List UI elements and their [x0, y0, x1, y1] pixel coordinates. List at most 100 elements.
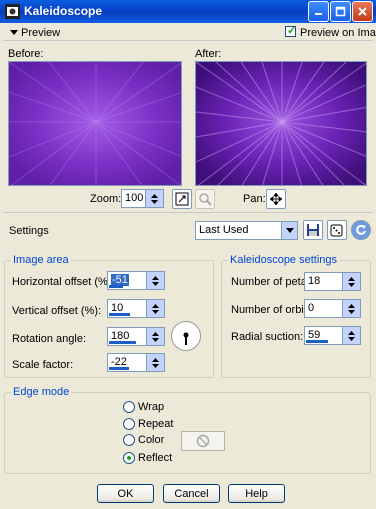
chevron-down-icon[interactable]	[281, 222, 297, 239]
cancel-button[interactable]: Cancel	[163, 484, 220, 503]
horizontal-offset-label: Horizontal offset (%):	[12, 276, 115, 288]
zoom-stepper[interactable]: 100	[121, 189, 165, 208]
title-bar: Kaleidoscope	[0, 0, 376, 23]
cancel-label: Cancel	[174, 487, 209, 500]
rotation-angle-arrows[interactable]	[146, 327, 165, 346]
zoom-fit-button[interactable]	[172, 189, 192, 209]
minimize-button[interactable]	[308, 1, 329, 22]
scale-factor-arrows[interactable]	[146, 353, 165, 372]
ok-button[interactable]: OK	[97, 484, 154, 503]
after-label: After:	[195, 48, 222, 60]
pan-label: Pan:	[243, 193, 266, 205]
petals-value: 18	[308, 275, 321, 287]
collapse-triangle-icon[interactable]	[10, 30, 18, 35]
dial-needle-icon	[183, 332, 189, 345]
spin-icon[interactable]	[146, 190, 163, 207]
horizontal-offset-stepper[interactable]: -51	[107, 271, 165, 290]
save-preset-button[interactable]	[303, 220, 323, 240]
after-preview-image	[195, 61, 367, 186]
before-image-graphic	[9, 62, 181, 185]
dice-icon	[330, 224, 343, 237]
help-label: Help	[245, 487, 268, 500]
zoom-value: 100	[125, 192, 144, 204]
scale-factor-field[interactable]: -22	[107, 353, 147, 372]
spin-icon[interactable]	[343, 300, 360, 317]
kaleidoscope-settings-title: Kaleidoscope settings	[228, 254, 340, 266]
fit-window-icon	[175, 192, 189, 206]
preset-dropdown[interactable]: Last Used	[195, 221, 298, 240]
magnifier-icon	[199, 193, 212, 206]
close-icon	[358, 7, 367, 16]
help-button[interactable]: Help	[228, 484, 285, 503]
edge-mode-repeat-radio[interactable]	[123, 418, 135, 430]
randomize-button[interactable]	[327, 220, 347, 240]
rotation-angle-field[interactable]: 180	[107, 327, 147, 346]
floppy-disk-icon	[307, 224, 319, 236]
zoom-field[interactable]: 100	[121, 189, 146, 208]
rotation-angle-label: Rotation angle:	[12, 333, 86, 345]
edge-mode-wrap-label[interactable]: Wrap	[138, 401, 164, 413]
horizontal-offset-arrows[interactable]	[146, 271, 165, 290]
preview-toggle-label[interactable]: Preview	[21, 27, 60, 39]
petals-arrows[interactable]	[342, 272, 361, 291]
zoom-actual-button[interactable]	[195, 189, 215, 209]
preview-on-image-checkbox[interactable]: ✓	[285, 25, 297, 37]
zoom-arrows[interactable]	[145, 189, 164, 208]
app-icon	[5, 4, 20, 19]
ok-label: OK	[117, 487, 134, 500]
edge-mode-reflect-radio[interactable]	[123, 452, 135, 464]
pan-icon	[270, 193, 282, 205]
preview-on-image-label: Preview on Image	[300, 27, 376, 39]
edge-mode-wrap-radio[interactable]	[123, 401, 135, 413]
preset-value: Last Used	[199, 224, 249, 236]
scale-factor-stepper[interactable]: -22	[107, 353, 165, 372]
spin-icon[interactable]	[343, 273, 360, 290]
minimize-icon	[315, 13, 322, 15]
checkmark-icon: ✓	[287, 25, 297, 37]
orbits-value: 0	[308, 302, 315, 314]
horizontal-offset-field[interactable]: -51	[107, 271, 147, 290]
window-title: Kaleidoscope	[24, 4, 103, 18]
scale-factor-label: Scale factor:	[12, 359, 74, 371]
edge-mode-reflect-label[interactable]: Reflect	[138, 452, 172, 464]
edge-mode-color-radio[interactable]	[123, 434, 135, 446]
close-button[interactable]	[352, 1, 373, 22]
rotation-dial[interactable]	[171, 321, 201, 351]
before-preview-image	[8, 61, 182, 186]
reset-button[interactable]	[351, 220, 371, 240]
suction-stepper[interactable]: 59	[304, 326, 361, 345]
petals-stepper[interactable]: 18	[304, 272, 361, 291]
edge-mode-color-label[interactable]: Color	[138, 434, 164, 446]
separator	[3, 212, 373, 213]
suction-arrows[interactable]	[342, 326, 361, 345]
spin-icon[interactable]	[147, 354, 164, 371]
vertical-offset-field[interactable]: 10	[107, 299, 147, 318]
suction-label: Radial suction:	[231, 331, 304, 343]
orbits-arrows[interactable]	[342, 299, 361, 318]
spin-icon[interactable]	[147, 328, 164, 345]
edge-color-swatch[interactable]	[181, 431, 225, 451]
edge-mode-title: Edge mode	[11, 386, 72, 398]
maximize-button[interactable]	[330, 1, 351, 22]
maximize-icon	[335, 6, 346, 17]
settings-label: Settings	[9, 225, 49, 237]
before-label: Before:	[8, 48, 44, 60]
rotation-angle-stepper[interactable]: 180	[107, 327, 165, 346]
orbits-label: Number of orbits:	[231, 304, 316, 316]
reset-arrow-icon	[356, 224, 366, 235]
spin-icon[interactable]	[147, 300, 164, 317]
pan-button[interactable]	[266, 189, 286, 209]
vertical-offset-stepper[interactable]: 10	[107, 299, 165, 318]
preview-header: Preview ✓ Preview on Image	[3, 24, 376, 41]
orbits-stepper[interactable]: 0	[304, 299, 361, 318]
spin-icon[interactable]	[147, 272, 164, 289]
orbits-field[interactable]: 0	[304, 299, 343, 318]
edge-mode-repeat-label[interactable]: Repeat	[138, 418, 173, 430]
suction-field[interactable]: 59	[304, 326, 343, 345]
spin-icon[interactable]	[343, 327, 360, 344]
image-area-title: Image area	[11, 254, 71, 266]
vertical-offset-label: Vertical offset (%):	[12, 305, 102, 317]
vertical-offset-arrows[interactable]	[146, 299, 165, 318]
no-color-icon	[196, 434, 210, 448]
petals-field[interactable]: 18	[304, 272, 343, 291]
